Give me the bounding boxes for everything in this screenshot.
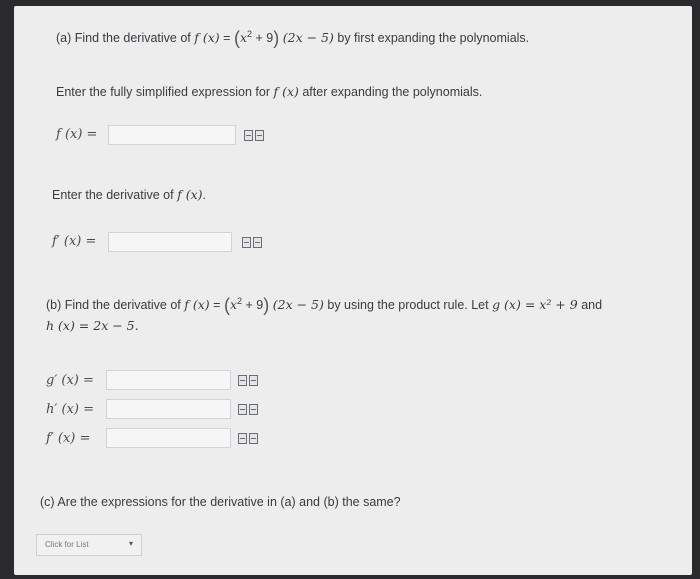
question-panel: (a) Find the derivative of f (x) = (x2 +… — [14, 6, 692, 575]
preview-icon[interactable] — [242, 237, 251, 248]
expand-instruction: Enter the fully simplified expression fo… — [56, 84, 483, 99]
help-icon[interactable] — [249, 375, 258, 386]
f-input[interactable] — [108, 125, 236, 145]
hprime-input[interactable] — [106, 399, 231, 419]
f-input-tools[interactable] — [244, 130, 264, 141]
fprime-input-tools[interactable] — [242, 237, 262, 248]
hprime-input-tools[interactable] — [238, 404, 258, 415]
preview-icon[interactable] — [244, 130, 253, 141]
derivative-instruction: Enter the derivative of f (x). — [52, 187, 206, 202]
h-definition: h (x) = 2x − 5. — [46, 318, 139, 333]
help-icon[interactable] — [249, 404, 258, 415]
fprime-b-input-tools[interactable] — [238, 433, 258, 444]
f-label: f (x) = — [56, 127, 98, 142]
answer-select[interactable]: Click for List ▾ — [36, 534, 142, 556]
help-icon[interactable] — [255, 130, 264, 141]
gprime-input-tools[interactable] — [238, 375, 258, 386]
preview-icon[interactable] — [238, 375, 247, 386]
hprime-label: h′ (x) = — [46, 402, 94, 417]
preview-icon[interactable] — [238, 433, 247, 444]
preview-icon[interactable] — [238, 404, 247, 415]
fprime-label: f′ (x) = — [52, 234, 97, 249]
chevron-down-icon: ▾ — [128, 539, 133, 548]
gprime-input[interactable] — [106, 370, 231, 390]
gprime-label: g′ (x) = — [46, 373, 94, 388]
fprime-b-label: f′ (x) = — [46, 431, 91, 446]
fprime-b-input[interactable] — [106, 428, 231, 448]
fprime-input[interactable] — [108, 232, 232, 252]
part-b-heading: (b) Find the derivative of f (x) = (x2 +… — [46, 295, 603, 315]
part-c-question: (c) Are the expressions for the derivati… — [40, 495, 401, 509]
help-icon[interactable] — [249, 433, 258, 444]
help-icon[interactable] — [253, 237, 262, 248]
part-a-heading: (a) Find the derivative of f (x) = (x2 +… — [56, 28, 530, 48]
